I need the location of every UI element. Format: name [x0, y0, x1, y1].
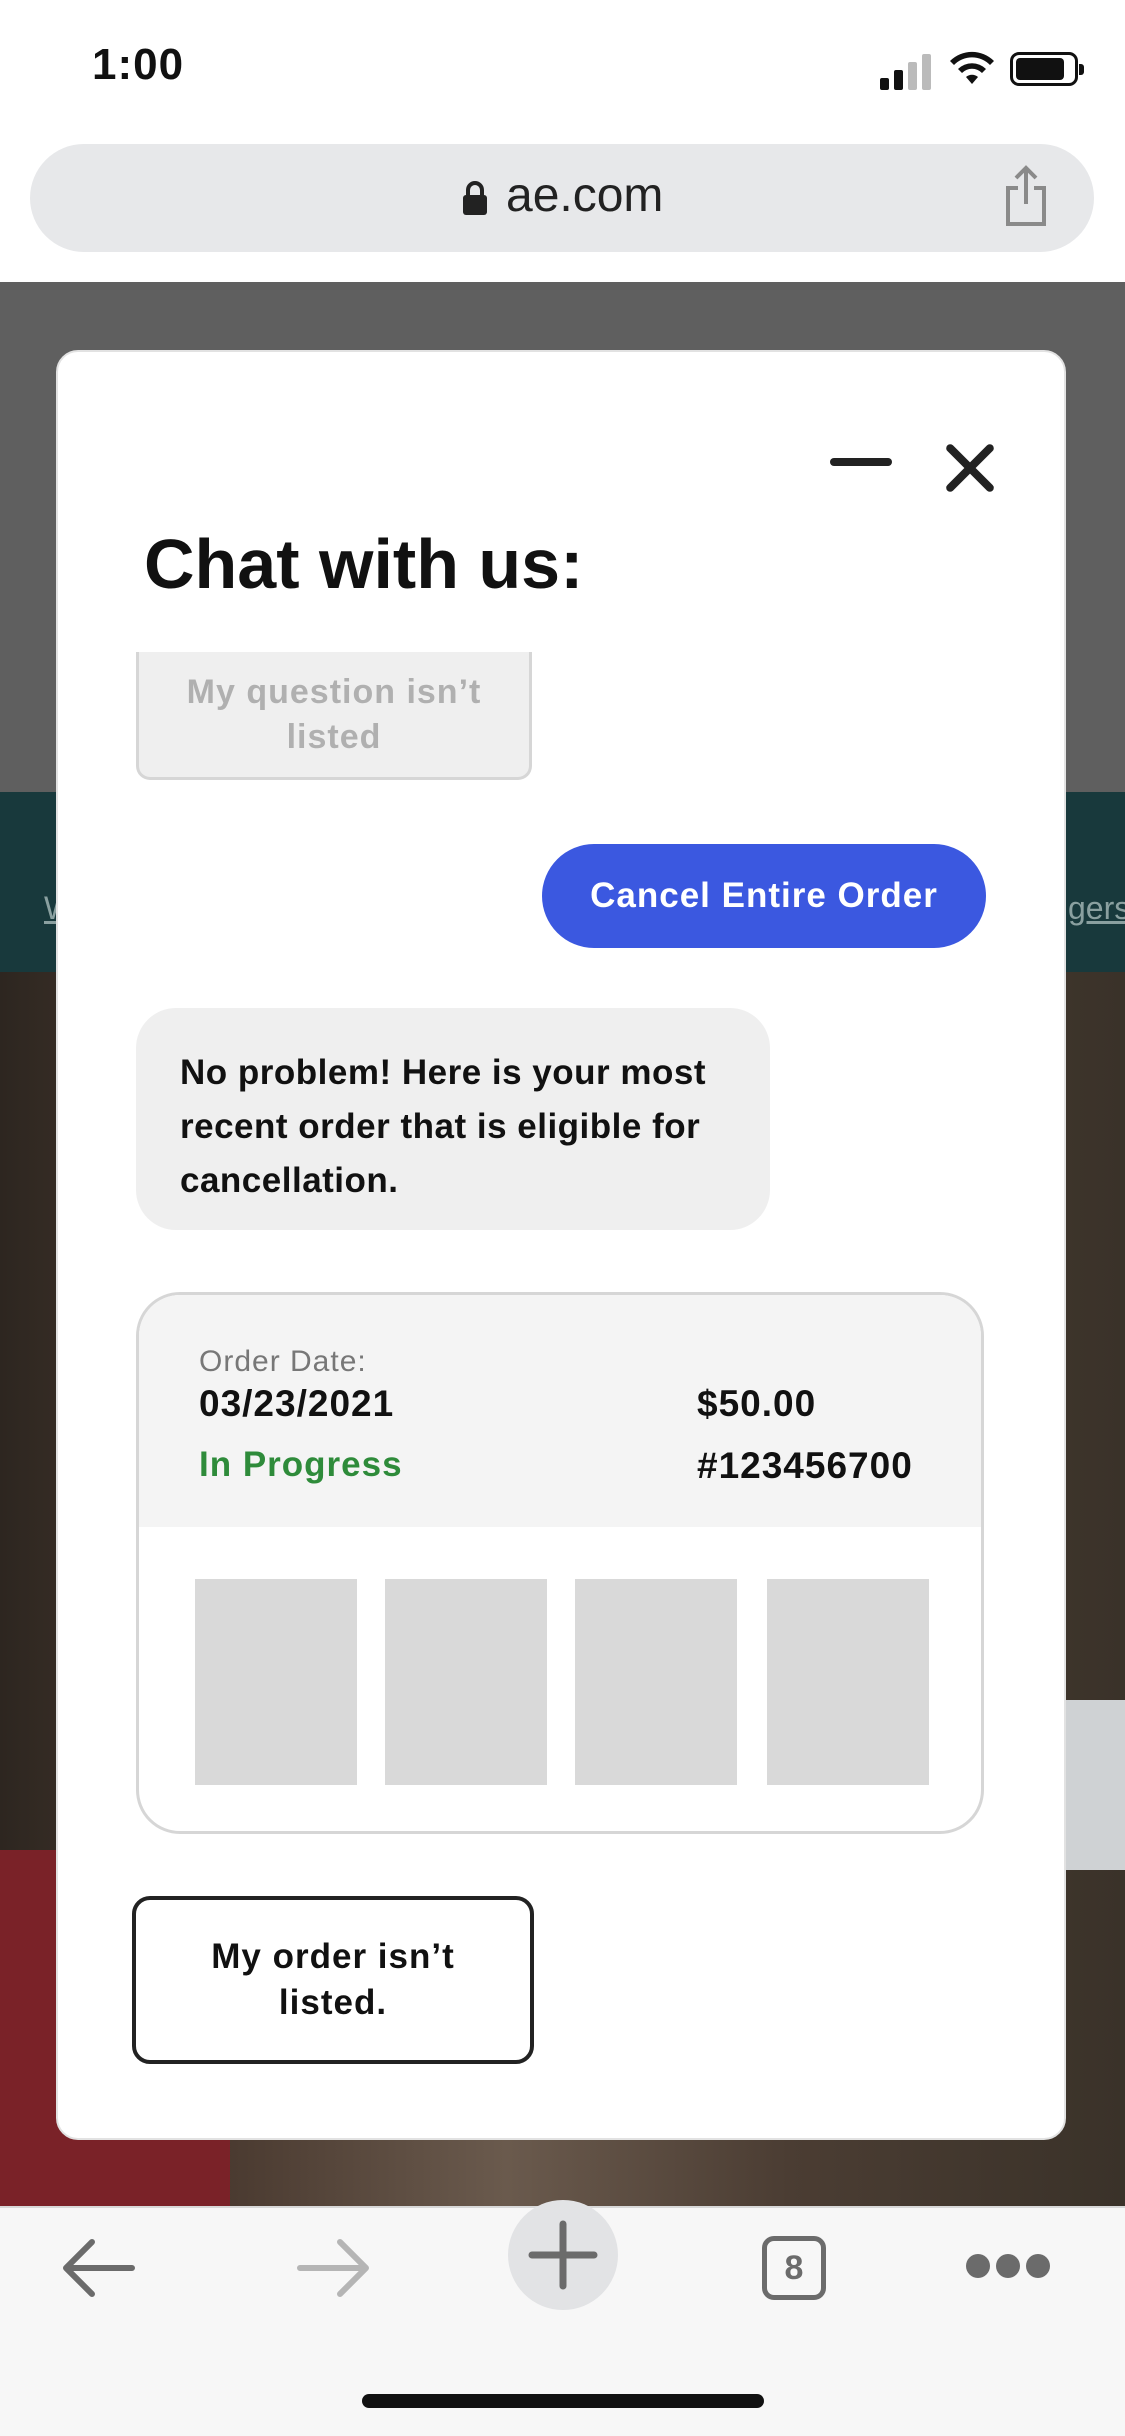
order-date: 03/23/2021 [199, 1383, 395, 1424]
order-date-label: Order Date: [199, 1345, 367, 1378]
minimize-icon[interactable] [830, 458, 892, 466]
back-arrow-icon[interactable] [56, 2236, 156, 2300]
product-thumbnail [195, 1579, 357, 1785]
product-thumbnail [385, 1579, 547, 1785]
bot-message-bubble: No problem! Here is your most recent ord… [136, 1008, 770, 1230]
chat-modal [56, 350, 1066, 2140]
forward-arrow-icon[interactable] [284, 2236, 384, 2300]
close-icon[interactable] [942, 440, 998, 496]
order-not-listed-button[interactable]: My order isn’t listed. [132, 1896, 534, 2064]
battery-icon [1010, 52, 1084, 86]
more-icon[interactable] [966, 2254, 1050, 2282]
order-number: #123456700 [697, 1445, 913, 1486]
lock-icon [463, 181, 487, 215]
order-status: In Progress [199, 1445, 403, 1484]
share-icon[interactable] [998, 164, 1054, 228]
order-price: $50.00 [697, 1383, 817, 1424]
tabs-icon[interactable]: 8 [762, 2236, 826, 2300]
new-tab-button[interactable] [508, 2200, 618, 2310]
home-indicator[interactable] [362, 2394, 764, 2408]
wifi-icon [950, 51, 994, 84]
product-thumbnail [575, 1579, 737, 1785]
plus-icon [528, 2220, 598, 2290]
user-message-bubble: Cancel Entire Order [542, 844, 986, 948]
status-time: 1:00 [92, 40, 185, 89]
chat-title: Chat with us: [144, 525, 584, 603]
cellular-signal-icon [880, 50, 934, 90]
promo-link-right: gers [1068, 890, 1125, 926]
question-not-listed-option[interactable]: My question isn’t listed [136, 652, 532, 780]
product-thumbnail [767, 1579, 929, 1785]
url-text[interactable]: ae.com [506, 168, 663, 223]
order-card[interactable]: Order Date: 03/23/2021 In Progress $50.0… [136, 1292, 984, 1834]
